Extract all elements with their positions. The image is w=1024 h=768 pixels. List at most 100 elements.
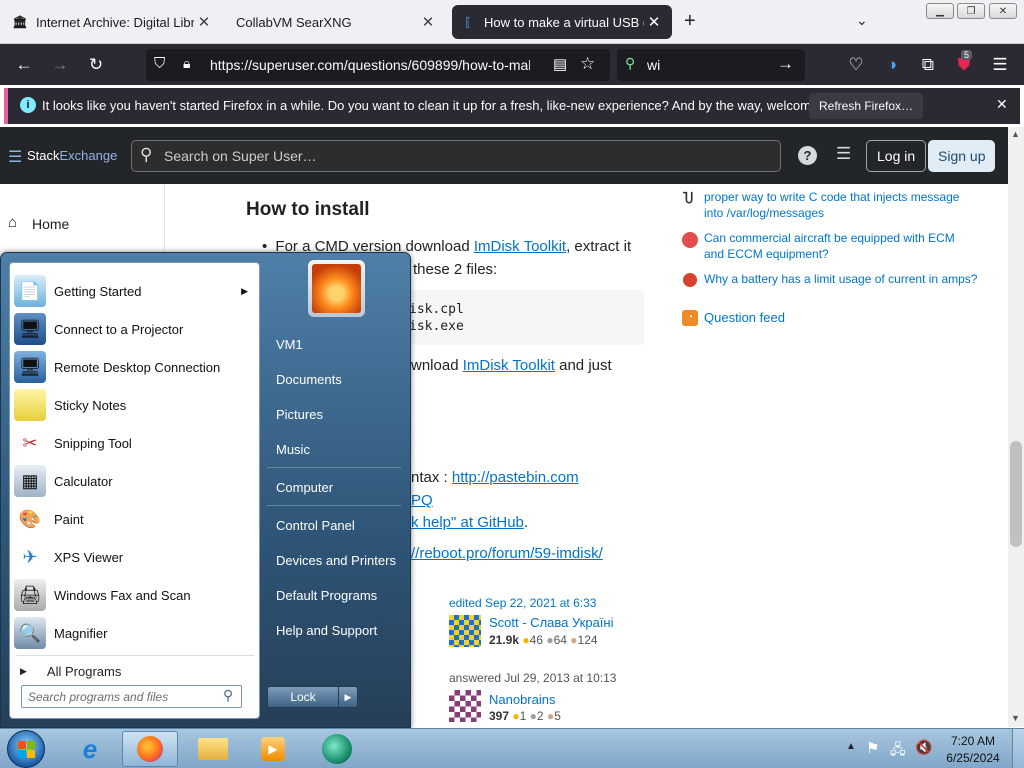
go-arrow-icon[interactable]: → (777, 54, 794, 74)
stackexchange-logo-icon[interactable]: ☰ (8, 147, 22, 167)
program-magnifier[interactable]: 🔍 Magnifier (12, 614, 258, 652)
show-desktop-button[interactable] (1012, 729, 1024, 768)
edited-timestamp[interactable]: edited Sep 22, 2021 at 6:33 (449, 596, 596, 610)
restore-button[interactable]: ❐ (957, 3, 985, 19)
imdisk-toolkit-link[interactable]: ImDisk Toolkit (474, 238, 566, 255)
start-button[interactable] (7, 730, 45, 768)
lock-icon[interactable]: 🔒︎ (183, 55, 190, 72)
url-text[interactable]: https://superuser.com/questions/609899/h… (210, 57, 530, 73)
menu-icon[interactable]: ☰ (987, 52, 1013, 78)
minimize-button[interactable]: ▁ (926, 3, 954, 19)
media-player-taskbar[interactable]: ▶ (245, 731, 301, 767)
start-link-default-programs[interactable]: Default Programs (276, 588, 377, 603)
show-hidden-icons-icon[interactable]: ▲ (846, 741, 856, 752)
app-taskbar[interactable] (309, 731, 365, 767)
start-search-input[interactable]: Search programs and files ⚲ (21, 685, 242, 708)
program-xps-viewer[interactable]: ✈ XPS Viewer (12, 538, 258, 576)
imdisk-toolkit-link[interactable]: ImDisk Toolkit (463, 357, 555, 374)
forward-icon[interactable]: → (47, 52, 73, 78)
hot-question-link[interactable]: Why a battery has a limit usage of curre… (704, 271, 984, 287)
all-programs-button[interactable]: ▶ All Programs (20, 660, 254, 682)
new-tab-icon[interactable]: + (684, 10, 696, 33)
site-logo[interactable]: StackExchange (27, 148, 117, 163)
scroll-thumb[interactable] (1010, 441, 1022, 547)
pastebin-link-cont[interactable]: PQ (411, 492, 433, 509)
nav-home[interactable]: Home (32, 216, 69, 232)
editor-name[interactable]: Scott - Слава Україні (489, 615, 613, 630)
network-icon[interactable]: 🖧 (890, 739, 906, 763)
search-input[interactable]: wi (647, 57, 660, 73)
clock-time[interactable]: 7:20 AM (946, 734, 1000, 748)
firefox-taskbar[interactable] (122, 731, 178, 767)
login-button[interactable]: Log in (866, 140, 927, 172)
getting-started-icon: 📄 (14, 275, 46, 307)
scroll-down-icon[interactable]: ▼ (1011, 713, 1020, 723)
start-link-vm1[interactable]: VM1 (276, 337, 303, 352)
volume-muted-icon[interactable]: 🔇 (915, 739, 932, 756)
author-name[interactable]: Nanobrains (489, 692, 556, 707)
search-icon[interactable]: ⚲ (223, 687, 233, 704)
divider (267, 467, 401, 468)
reboot-pro-link[interactable]: //reboot.pro/forum/59-imdisk/ (411, 545, 603, 562)
reader-view-icon[interactable]: ▤ (553, 55, 567, 73)
list-tabs-chevron-icon[interactable]: ⌄ (856, 12, 868, 29)
tracking-shield-icon[interactable]: ⛉ (154, 55, 165, 72)
search-bar[interactable]: ⚲ wi → (617, 49, 805, 81)
syntax-text: ntax : (411, 469, 452, 486)
tab-superuser[interactable]: ⟦ How to make a virtual USB drive ✕ (452, 5, 672, 39)
tab-searxng[interactable]: CollabVM SearXNG ✕ (228, 5, 446, 39)
page-scrollbar[interactable]: ▲ ▼ (1008, 127, 1024, 727)
question-feed-link[interactable]: Question feed (704, 310, 785, 326)
gold: 1 (519, 709, 527, 723)
help-icon[interactable]: ? (798, 146, 817, 165)
start-link-help-support[interactable]: Help and Support (276, 623, 377, 638)
program-fax-scan[interactable]: 🖨 Windows Fax and Scan (12, 576, 258, 614)
action-center-flag-icon[interactable]: ⚑ (866, 739, 879, 757)
lock-button[interactable]: Lock (268, 687, 338, 707)
program-getting-started[interactable]: 📄 Getting Started ▶ (12, 272, 258, 310)
back-icon[interactable]: ← (11, 52, 37, 78)
program-snipping-tool[interactable]: ✂ Snipping Tool (12, 424, 258, 462)
avatar[interactable] (449, 615, 481, 647)
pastebin-link[interactable]: http://pastebin.com (452, 469, 579, 486)
github-help-link[interactable]: k help" at GitHub (411, 514, 524, 531)
start-link-music[interactable]: Music (276, 442, 310, 457)
explorer-taskbar[interactable] (185, 731, 241, 767)
close-tab-icon[interactable]: ✕ (418, 13, 438, 31)
site-search-input[interactable]: ⚲ Search on Super User… (131, 140, 781, 172)
clock-date[interactable]: 6/25/2024 (940, 751, 1006, 765)
program-projector[interactable]: 🖥 Connect to a Projector (12, 310, 258, 348)
site-switcher-icon[interactable]: ☰ (836, 144, 851, 164)
vpn-icon[interactable]: ◑ (879, 52, 905, 78)
avatar[interactable] (449, 690, 481, 722)
section-heading: How to install (246, 199, 370, 220)
bookmark-star-icon[interactable]: ☆ (580, 54, 595, 74)
reload-icon[interactable]: ↻ (83, 52, 109, 78)
refresh-firefox-button[interactable]: Refresh Firefox… (809, 93, 924, 119)
user-picture[interactable] (308, 260, 365, 317)
pocket-icon[interactable]: ♡ (843, 52, 869, 78)
start-link-documents[interactable]: Documents (276, 372, 342, 387)
start-link-pictures[interactable]: Pictures (276, 407, 323, 422)
program-calculator[interactable]: ▦ Calculator (12, 462, 258, 500)
signup-button[interactable]: Sign up (928, 140, 996, 172)
close-window-button[interactable]: ✕ (989, 3, 1017, 19)
tab-internet-archive[interactable]: 🏛 Internet Archive: Digital Library ✕ (4, 5, 222, 39)
program-sticky-notes[interactable]: Sticky Notes (12, 386, 258, 424)
scroll-up-icon[interactable]: ▲ (1011, 129, 1020, 139)
program-remote-desktop[interactable]: 🖥 Remote Desktop Connection (12, 348, 258, 386)
hot-question-link[interactable]: Can commercial aircraft be equipped with… (704, 230, 974, 262)
close-tab-icon[interactable]: ✕ (644, 13, 664, 31)
internet-explorer-taskbar[interactable]: e (62, 731, 118, 767)
close-notification-icon[interactable]: ✕ (996, 96, 1008, 113)
hot-question-link[interactable]: proper way to write C code that injects … (704, 189, 974, 221)
shutdown-options-arrow-icon[interactable]: ▶ (338, 687, 357, 707)
start-link-computer[interactable]: Computer (276, 480, 333, 495)
extensions-icon[interactable]: ⧉ (915, 52, 941, 78)
close-tab-icon[interactable]: ✕ (194, 13, 214, 31)
start-link-control-panel[interactable]: Control Panel (276, 518, 355, 533)
start-link-devices-printers[interactable]: Devices and Printers (276, 553, 396, 568)
program-paint[interactable]: 🎨 Paint (12, 500, 258, 538)
url-bar[interactable]: ⛉ 🔒︎ https://superuser.com/questions/609… (146, 49, 610, 81)
all-programs-label: All Programs (46, 663, 122, 679)
